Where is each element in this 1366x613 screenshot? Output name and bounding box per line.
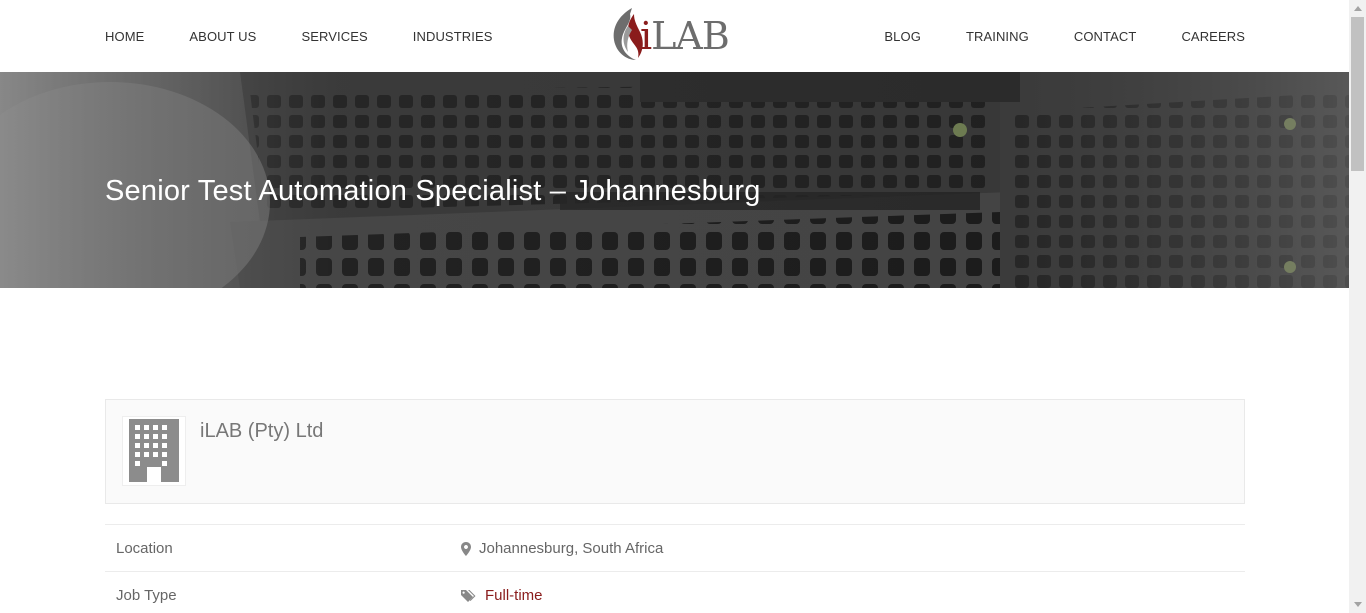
nav-blog[interactable]: BLOG	[884, 29, 921, 44]
nav-services[interactable]: SERVICES	[301, 29, 367, 44]
job-details: Location Johannesburg, South Africa Job …	[105, 524, 1245, 613]
job-type-value-group: Full-time	[461, 587, 543, 604]
site-logo[interactable]: iLAB	[610, 5, 740, 63]
company-name: iLAB (Pty) Ltd	[200, 420, 324, 442]
logo-text-i: i	[640, 14, 652, 58]
page-title: Senior Test Automation Specialist – Joha…	[105, 175, 761, 207]
nav-contact[interactable]: CONTACT	[1074, 29, 1137, 44]
building-icon	[129, 419, 179, 482]
company-logo	[122, 416, 186, 486]
site-header: HOME ABOUT US SERVICES INDUSTRIES iLAB B…	[0, 0, 1349, 72]
scroll-up-arrow-icon[interactable]	[1349, 0, 1366, 17]
nav-home[interactable]: HOME	[105, 29, 144, 44]
scroll-down-arrow-icon[interactable]	[1349, 596, 1366, 613]
job-type-link[interactable]: Full-time	[485, 587, 543, 604]
detail-row-location: Location Johannesburg, South Africa	[105, 524, 1245, 571]
nav-industries[interactable]: INDUSTRIES	[413, 29, 493, 44]
hero-banner: Senior Test Automation Specialist – Joha…	[0, 72, 1349, 288]
nav-right: BLOG TRAINING CONTACT CAREERS	[839, 0, 1245, 72]
tags-icon	[461, 589, 477, 603]
vertical-scrollbar[interactable]	[1349, 0, 1366, 613]
location-value: Johannesburg, South Africa	[479, 540, 664, 557]
nav-about-us[interactable]: ABOUT US	[189, 29, 256, 44]
detail-row-job-type: Job Type Full-time	[105, 571, 1245, 613]
company-card: iLAB (Pty) Ltd	[105, 399, 1245, 504]
nav-training[interactable]: TRAINING	[966, 29, 1029, 44]
nav-careers[interactable]: CAREERS	[1181, 29, 1245, 44]
map-marker-icon	[461, 541, 471, 556]
page: HOME ABOUT US SERVICES INDUSTRIES iLAB B…	[0, 0, 1349, 613]
logo-text-lab: LAB	[651, 14, 730, 58]
location-value-group: Johannesburg, South Africa	[461, 540, 663, 557]
logo-text: iLAB	[640, 14, 730, 58]
job-type-label: Job Type	[116, 587, 177, 604]
scrollbar-thumb[interactable]	[1351, 17, 1364, 171]
location-label: Location	[116, 540, 173, 557]
nav-left: HOME ABOUT US SERVICES INDUSTRIES	[105, 0, 537, 72]
